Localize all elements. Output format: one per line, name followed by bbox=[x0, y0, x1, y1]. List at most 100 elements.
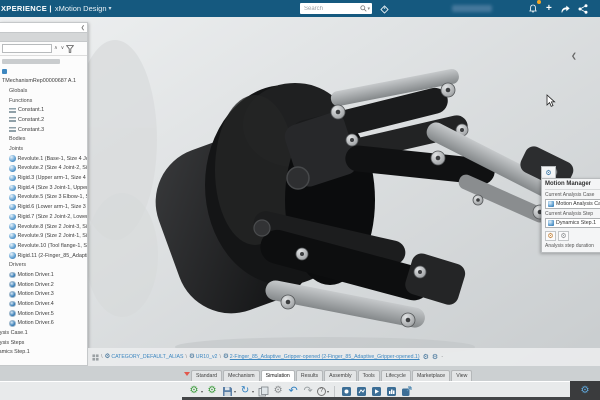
redo-icon[interactable]: ↷ bbox=[302, 385, 314, 397]
joint-icon bbox=[9, 243, 16, 250]
tree-item[interactable]: Motion Driver.4 bbox=[0, 299, 87, 309]
simulation-tool-icon-5[interactable] bbox=[400, 385, 412, 397]
tree-item[interactable]: Constant.3 bbox=[0, 125, 87, 135]
search-options-chevron-icon[interactable]: ▾ bbox=[367, 6, 370, 12]
tree-item-label: TMechanismRep00000687 A.1 bbox=[2, 78, 76, 84]
tag-icon[interactable] bbox=[380, 3, 389, 16]
tree-item[interactable]: Motion Driver.6 bbox=[0, 319, 87, 329]
collapse-panel-icon[interactable]: ❮ bbox=[81, 25, 85, 31]
tree-item[interactable]: Globals bbox=[0, 86, 87, 96]
tab-assembly[interactable]: Assembly bbox=[324, 370, 357, 381]
robot-tool-icon[interactable]: ⚙ bbox=[579, 385, 591, 397]
breadcrumb-link[interactable]: UR10_v2 bbox=[196, 354, 218, 360]
motion-manager-title: Motion Manager bbox=[545, 181, 600, 190]
tree-item[interactable]: Motion Driver.1 bbox=[0, 270, 87, 280]
tree-item[interactable]: Bodies bbox=[0, 135, 87, 145]
open-in-new-icon[interactable]: ⚙ bbox=[432, 354, 438, 361]
simulation-tool-icon-3[interactable] bbox=[370, 385, 382, 397]
tree-item[interactable]: Joints bbox=[0, 144, 87, 154]
tree-item[interactable]: Revolute.10 (Tool flange-1, Size 2... bbox=[0, 241, 87, 251]
notifications-bell-icon[interactable] bbox=[528, 2, 539, 15]
analysis-case-select[interactable]: Motion Analysis Case bbox=[545, 199, 600, 209]
app-switcher-chevron-icon[interactable]: ▾ bbox=[109, 5, 112, 12]
tree-item[interactable]: Motion Driver.2 bbox=[0, 280, 87, 290]
breadcrumb-more-icon[interactable]: · bbox=[441, 354, 443, 360]
mechanism-update-icon[interactable]: ⚙ bbox=[206, 385, 218, 397]
motion-manager-tab[interactable]: ⚙ bbox=[541, 166, 556, 178]
tree-item[interactable]: Revolute.2 (Size 4 Joint-2, Size 4 ... bbox=[0, 164, 87, 174]
tab-tools[interactable]: Tools bbox=[358, 370, 380, 381]
dropdown-caret-icon[interactable]: ▾ bbox=[234, 389, 236, 394]
share-network-icon[interactable] bbox=[578, 2, 588, 15]
global-search[interactable]: ▾ bbox=[300, 3, 372, 14]
tree-item[interactable]: Analysis Case.1 bbox=[0, 328, 87, 338]
new-analysis-case-button[interactable]: ⚙ bbox=[545, 231, 556, 241]
tab-standard[interactable]: Standard bbox=[191, 370, 222, 381]
tree-item[interactable]: Rigid.4 (Size 3 Joint-1, Upper ar... bbox=[0, 183, 87, 193]
mechanism-tree-panel: ❮ ∧ ∨ TMechanismRep00000687 A.1 GlobalsFu… bbox=[0, 22, 88, 366]
refresh-icon[interactable]: ↻ bbox=[239, 385, 251, 397]
tree-item[interactable]: Constant.1 bbox=[0, 105, 87, 115]
dropdown-caret-icon[interactable]: ▾ bbox=[201, 389, 203, 394]
tree-item[interactable]: Functions bbox=[0, 96, 87, 106]
duplicate-icon[interactable] bbox=[257, 385, 269, 397]
tree-item[interactable]: Constant.2 bbox=[0, 115, 87, 125]
tree-item[interactable]: Revolute.1 (Base-1, Size 4 Joint-1) bbox=[0, 154, 87, 164]
breadcrumb-link[interactable]: 2-Finger_85_Adaptive_Gripper-opened (2-F… bbox=[230, 354, 420, 360]
tab-results[interactable]: Results bbox=[296, 370, 323, 381]
help-icon[interactable]: ? bbox=[317, 387, 326, 396]
driver-icon bbox=[9, 291, 16, 298]
tree-item[interactable]: Rigid.3 (Upper arm-1, Size 4 Join... bbox=[0, 173, 87, 183]
tab-simulation[interactable]: Simulation bbox=[261, 370, 295, 381]
simulation-tool-icon-2[interactable] bbox=[355, 385, 367, 397]
joint-icon bbox=[9, 175, 16, 182]
joint-icon bbox=[9, 204, 16, 211]
breadcrumb-link[interactable]: CATEGORY_DEFAULT_ALIAS bbox=[111, 354, 183, 360]
share-forward-icon[interactable] bbox=[560, 2, 571, 15]
tree-item[interactable]: Revolute.8 (Size 2 Joint-3, Size 2 ... bbox=[0, 222, 87, 232]
tab-mechanism[interactable]: Mechanism bbox=[223, 370, 260, 381]
tree-item[interactable] bbox=[0, 57, 87, 67]
tree-item[interactable]: Rigid.7 (Size 2 Joint-2, Lower ar... bbox=[0, 212, 87, 222]
tab-lifecycle[interactable]: Lifecycle bbox=[381, 370, 411, 381]
search-input[interactable] bbox=[302, 5, 360, 13]
mechanism-settings-icon[interactable]: ⚙ bbox=[188, 385, 200, 397]
tree-item[interactable] bbox=[0, 67, 87, 77]
user-name-redacted[interactable] bbox=[452, 5, 492, 12]
explore-icon[interactable]: ⚙ bbox=[423, 354, 429, 361]
tree-item-label: Constant.2 bbox=[18, 117, 44, 123]
tab-view[interactable]: View bbox=[451, 370, 472, 381]
tree-item-label: Revolute.9 (Size 2 Joint-1, Size 2 ... bbox=[18, 233, 88, 239]
simulation-tool-icon-4[interactable] bbox=[385, 385, 397, 397]
settings-gear-icon[interactable]: ⚙ bbox=[272, 385, 284, 397]
tab-marketplace[interactable]: Marketplace bbox=[412, 370, 450, 381]
step-settings-button[interactable]: ⚙ bbox=[558, 231, 569, 241]
tree-item[interactable]: Revolute.5 (Size 3 Elbow-1, Size ... bbox=[0, 193, 87, 203]
joint-icon bbox=[9, 223, 16, 230]
simulation-tool-icon-1[interactable] bbox=[340, 385, 352, 397]
undo-icon[interactable]: ↶ bbox=[287, 385, 299, 397]
search-next-icon[interactable]: ∨ bbox=[60, 46, 66, 51]
right-panel-collapse-icon[interactable]: ❮ bbox=[571, 52, 577, 60]
tree-item[interactable]: Rigid.6 (Lower arm-1, Size 3 Elbo... bbox=[0, 202, 87, 212]
tree-item[interactable]: Revolute.9 (Size 2 Joint-1, Size 2 ... bbox=[0, 231, 87, 241]
tree-search-input[interactable] bbox=[2, 44, 52, 53]
grid-icon[interactable] bbox=[92, 348, 99, 366]
save-icon[interactable] bbox=[221, 385, 233, 397]
search-prev-icon[interactable]: ∧ bbox=[53, 46, 59, 51]
tree-item[interactable]: Motion Driver.3 bbox=[0, 290, 87, 300]
tree-item[interactable]: Dynamics Step.1 bbox=[0, 348, 87, 358]
3d-viewport[interactable] bbox=[0, 17, 600, 400]
tree-item[interactable]: TMechanismRep00000687 A.1 bbox=[0, 76, 87, 86]
tree-item[interactable]: Drivers bbox=[0, 260, 87, 270]
add-content-icon[interactable]: + bbox=[546, 2, 552, 15]
search-icon[interactable] bbox=[360, 5, 367, 12]
tree-item[interactable]: Analysis Steps bbox=[0, 338, 87, 348]
analysis-step-select[interactable]: Dynamics Step.1 bbox=[545, 218, 600, 228]
dropdown-caret-icon[interactable]: ▾ bbox=[327, 389, 329, 394]
tree-item[interactable]: Motion Driver.5 bbox=[0, 309, 87, 319]
filter-funnel-icon[interactable] bbox=[66, 40, 74, 58]
dropdown-caret-icon[interactable]: ▾ bbox=[252, 389, 254, 394]
tree-item[interactable]: Rigid.11 (2-Finger_85_Adaptive_... bbox=[0, 251, 87, 261]
tree-item-label: Motion Driver.4 bbox=[18, 301, 54, 307]
